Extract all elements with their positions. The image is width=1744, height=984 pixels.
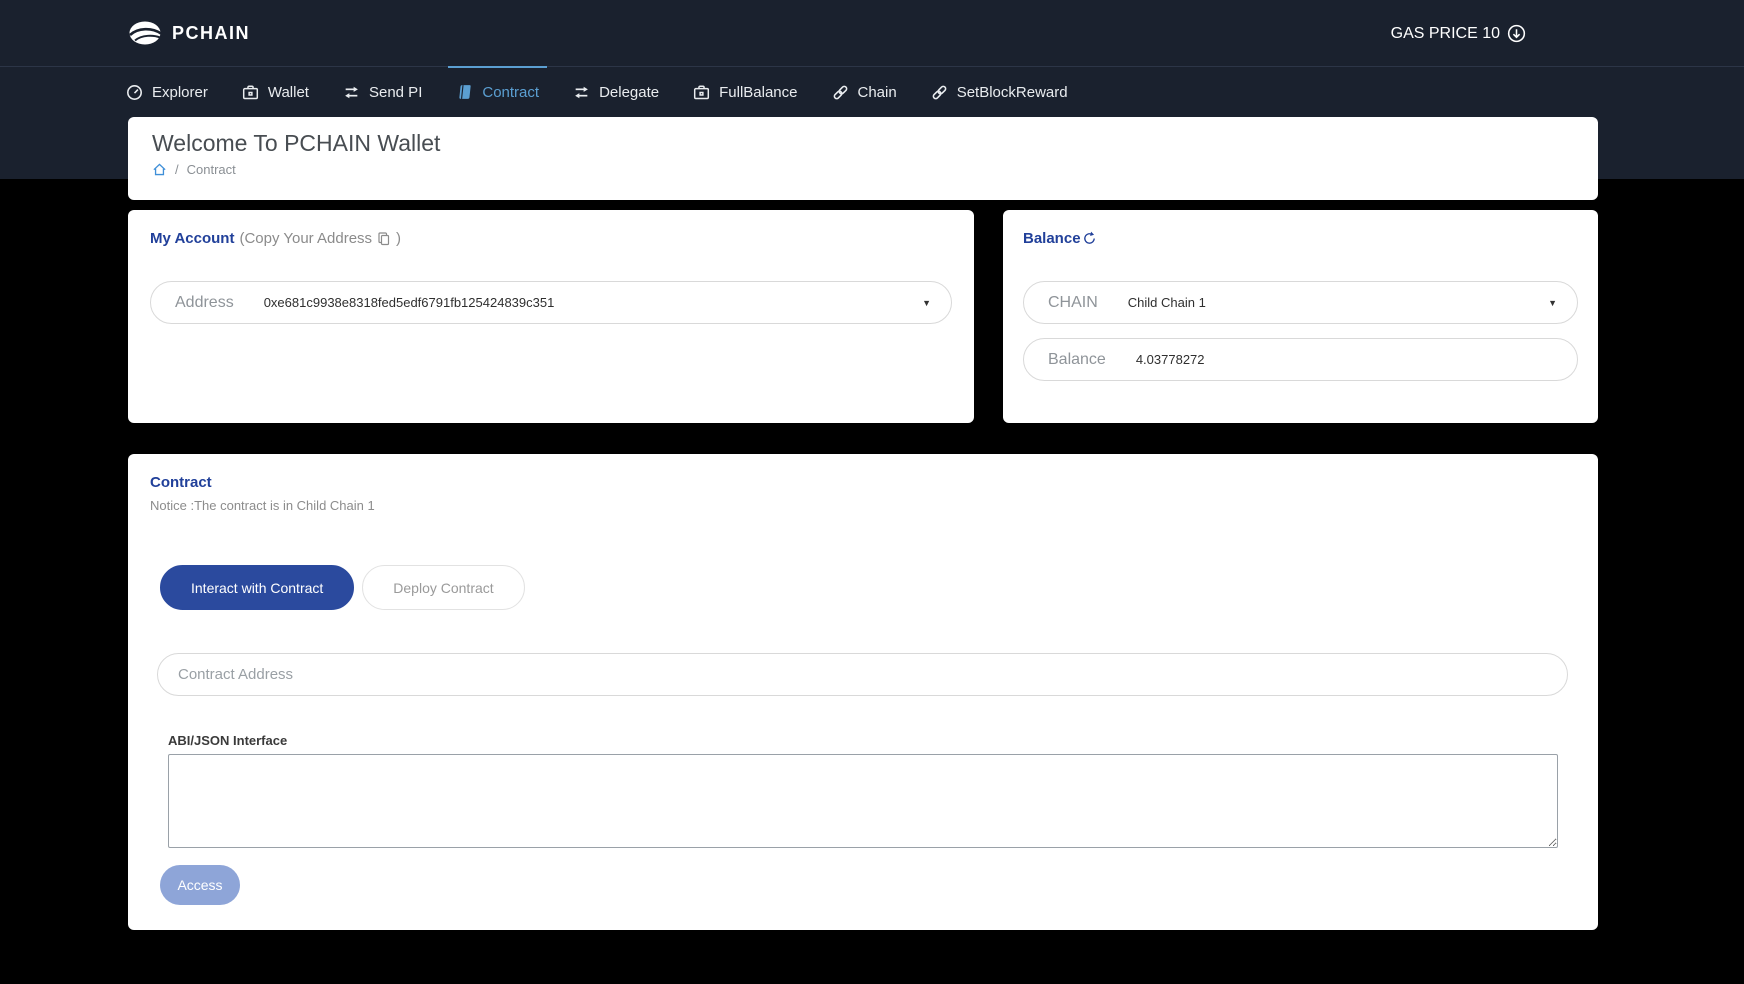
balance-row: Balance 4.03778272 (1023, 338, 1578, 381)
abi-json-textarea[interactable] (168, 754, 1558, 848)
refresh-icon[interactable] (1082, 231, 1097, 246)
access-button[interactable]: Access (160, 865, 240, 905)
balance-card: Balance CHAIN Child Chain 1 Balance 4.03… (1003, 210, 1598, 423)
gas-price-label: GAS PRICE 10 (1391, 25, 1500, 43)
abi-json-label: ABI/JSON Interface (168, 733, 1576, 748)
nav-item-chain[interactable]: Chain (832, 67, 897, 117)
swap-arrows-icon (343, 84, 360, 101)
copy-address-hint[interactable]: (Copy Your Address ) (239, 230, 401, 247)
contract-title: Contract (150, 474, 212, 491)
nav-item-wallet[interactable]: Wallet (242, 67, 309, 117)
breadcrumb-current: Contract (187, 162, 236, 177)
gas-price[interactable]: GAS PRICE 10 (1391, 0, 1526, 67)
contract-address-input[interactable] (157, 653, 1568, 696)
hero-band: Welcome To PCHAIN Wallet / Contract (0, 117, 1744, 179)
pchain-logo-icon (128, 20, 162, 46)
circle-down-arrow-icon (1507, 24, 1526, 43)
balance-value: 4.03778272 (1136, 352, 1205, 367)
address-label: Address (175, 294, 234, 312)
contract-card: Contract Notice :The contract is in Chil… (128, 454, 1598, 930)
contract-notice: Notice :The contract is in Child Chain 1 (150, 498, 1576, 513)
nav-item-contract[interactable]: Contract (456, 67, 539, 117)
tab-deploy-contract[interactable]: Deploy Contract (362, 565, 524, 610)
main-nav: Explorer Wallet Send PI (0, 67, 1744, 117)
chain-select[interactable]: CHAIN Child Chain 1 (1023, 281, 1578, 324)
nav-item-send-pi[interactable]: Send PI (343, 67, 422, 117)
briefcase-icon (242, 84, 259, 101)
contract-tabs: Interact with Contract Deploy Contract (160, 565, 1576, 610)
page-title: Welcome To PCHAIN Wallet (152, 130, 1574, 157)
nav-item-fullbalance[interactable]: FullBalance (693, 67, 797, 117)
my-account-card: My Account (Copy Your Address ) Address … (128, 210, 974, 423)
link-icon (931, 84, 948, 101)
main-content: My Account (Copy Your Address ) Address … (0, 210, 1744, 930)
address-select[interactable]: Address 0xe681c9938e8318fed5edf6791fb125… (150, 281, 952, 324)
address-value: 0xe681c9938e8318fed5edf6791fb125424839c3… (264, 295, 555, 310)
chain-label: CHAIN (1048, 294, 1098, 312)
my-account-title: My Account (150, 230, 234, 247)
nav-item-setblockreward[interactable]: SetBlockReward (931, 67, 1068, 117)
briefcase-icon (693, 84, 710, 101)
brand[interactable]: PCHAIN (128, 20, 250, 46)
welcome-card: Welcome To PCHAIN Wallet / Contract (128, 117, 1598, 200)
dropdown-caret-icon (1548, 298, 1557, 308)
chain-value: Child Chain 1 (1128, 295, 1206, 310)
breadcrumb-separator: / (175, 162, 179, 177)
top-bar: PCHAIN GAS PRICE 10 (0, 0, 1744, 67)
copy-icon[interactable] (376, 231, 392, 247)
link-icon (832, 84, 849, 101)
brand-name: PCHAIN (172, 23, 250, 44)
balance-title: Balance (1023, 230, 1081, 247)
book-icon (456, 84, 473, 101)
gauge-icon (126, 84, 143, 101)
dropdown-caret-icon (922, 298, 931, 308)
nav-item-explorer[interactable]: Explorer (126, 67, 208, 117)
breadcrumb: / Contract (152, 162, 1574, 177)
nav-item-delegate[interactable]: Delegate (573, 67, 659, 117)
balance-label: Balance (1048, 351, 1106, 369)
tab-interact-with-contract[interactable]: Interact with Contract (160, 565, 354, 610)
swap-arrows-icon (573, 84, 590, 101)
home-icon[interactable] (152, 162, 167, 177)
